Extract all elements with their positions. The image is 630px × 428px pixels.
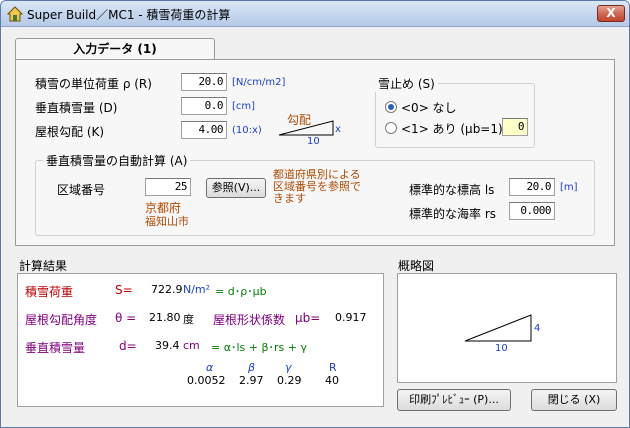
dialog-window: Super Build／MC1 - 積雪荷重の計算 X 入力データ (1) 積雪… xyxy=(0,0,630,428)
coef-r-value: 40 xyxy=(325,374,339,387)
prefecture-name: 京都府 xyxy=(145,201,182,215)
unit-weight-label: 積雪の単位荷重 ρ (R) xyxy=(35,77,152,91)
reference-button[interactable]: 参照(V)... xyxy=(206,178,266,198)
depth-formula: = α･ls + β･rs + γ xyxy=(211,341,307,354)
load-unit: N/m² xyxy=(183,283,211,296)
sea-rate-input[interactable]: 0.000 xyxy=(509,202,555,220)
city-name: 福知山市 xyxy=(145,215,189,228)
depth-label: 垂直積雪量 (D) xyxy=(35,101,118,115)
house-icon xyxy=(7,6,23,22)
close-button[interactable]: 閉じる (X) xyxy=(531,389,617,411)
unit-weight-input[interactable]: 20.0 xyxy=(181,73,227,91)
coef-alpha-header: α xyxy=(206,361,214,374)
depth-result-unit: cm xyxy=(183,339,200,352)
unit-weight-unit: [N/cm/m2] xyxy=(232,77,286,88)
shape-symbol: μb= xyxy=(295,311,321,325)
snow-stop-none-radio[interactable] xyxy=(385,101,397,113)
sketch-header: 概略図 xyxy=(398,259,435,273)
sketch-base-label: 10 xyxy=(495,343,508,354)
slope-input[interactable]: 4.00 xyxy=(181,121,227,139)
load-symbol: S= xyxy=(115,283,133,297)
mu-b-input[interactable]: 0 xyxy=(502,118,528,136)
region-note-3: きます xyxy=(273,192,306,205)
sketch-height-label: 4 xyxy=(534,323,541,334)
angle-value: 21.80 xyxy=(149,311,181,324)
load-value: 722.9 xyxy=(151,283,183,296)
height-label: 標準的な標高 ls xyxy=(409,183,495,197)
angle-unit: 度 xyxy=(183,313,194,326)
shape-label: 屋根形状係数 xyxy=(213,313,286,327)
print-preview-button[interactable]: 印刷ﾌﾟﾚﾋﾞｭｰ (P)... xyxy=(397,389,511,411)
coef-r-header: R xyxy=(329,361,337,374)
slope-unit: (10:x) xyxy=(232,125,262,136)
depth-result-value: 39.4 xyxy=(155,339,180,352)
depth-result-label: 垂直積雪量 xyxy=(25,341,86,355)
coef-beta-value: 2.97 xyxy=(239,374,264,387)
title-bar: Super Build／MC1 - 積雪荷重の計算 X xyxy=(1,1,629,27)
shape-value: 0.917 xyxy=(335,311,367,324)
slope-label: 屋根勾配 (K) xyxy=(35,125,105,139)
depth-input[interactable]: 0.0 xyxy=(181,97,227,115)
slope-diagram-x: x xyxy=(335,124,341,135)
coef-gamma-header: γ xyxy=(285,361,292,374)
angle-label: 屋根勾配角度 xyxy=(25,313,98,327)
auto-calc-title: 垂直積雪量の自動計算 (A) xyxy=(43,152,191,169)
load-formula: = d･ρ･μb xyxy=(215,285,267,298)
slope-diagram-icon xyxy=(278,120,334,136)
window-title: Super Build／MC1 - 積雪荷重の計算 xyxy=(27,8,231,22)
height-input[interactable]: 20.0 xyxy=(509,178,555,196)
sea-rate-label: 標準的な海率 rs xyxy=(409,207,497,221)
coef-alpha-value: 0.0052 xyxy=(187,374,226,387)
snow-stop-title: 雪止め (S) xyxy=(375,75,438,92)
roof-slope-diagram xyxy=(464,314,532,342)
snow-stop-yes-label[interactable]: <1> あり (μb=1) xyxy=(401,120,503,137)
results-header: 計算結果 xyxy=(19,259,68,273)
tab-input-data[interactable]: 入力データ (1) xyxy=(15,38,215,60)
angle-symbol: θ = xyxy=(115,311,137,325)
slope-diagram-base: 10 xyxy=(307,136,320,147)
depth-result-symbol: d= xyxy=(119,339,137,353)
snow-stop-none-label[interactable]: <0> なし xyxy=(401,99,457,116)
load-label: 積雪荷重 xyxy=(25,285,74,299)
height-unit: [m] xyxy=(560,182,578,193)
close-window-button[interactable]: X xyxy=(597,5,625,22)
coef-gamma-value: 0.29 xyxy=(277,374,302,387)
coef-beta-header: β xyxy=(248,361,256,374)
snow-stop-yes-radio[interactable] xyxy=(385,122,397,134)
depth-unit: [cm] xyxy=(232,101,256,112)
region-label: 区域番号 xyxy=(57,183,106,197)
region-input[interactable]: 25 xyxy=(145,178,191,196)
